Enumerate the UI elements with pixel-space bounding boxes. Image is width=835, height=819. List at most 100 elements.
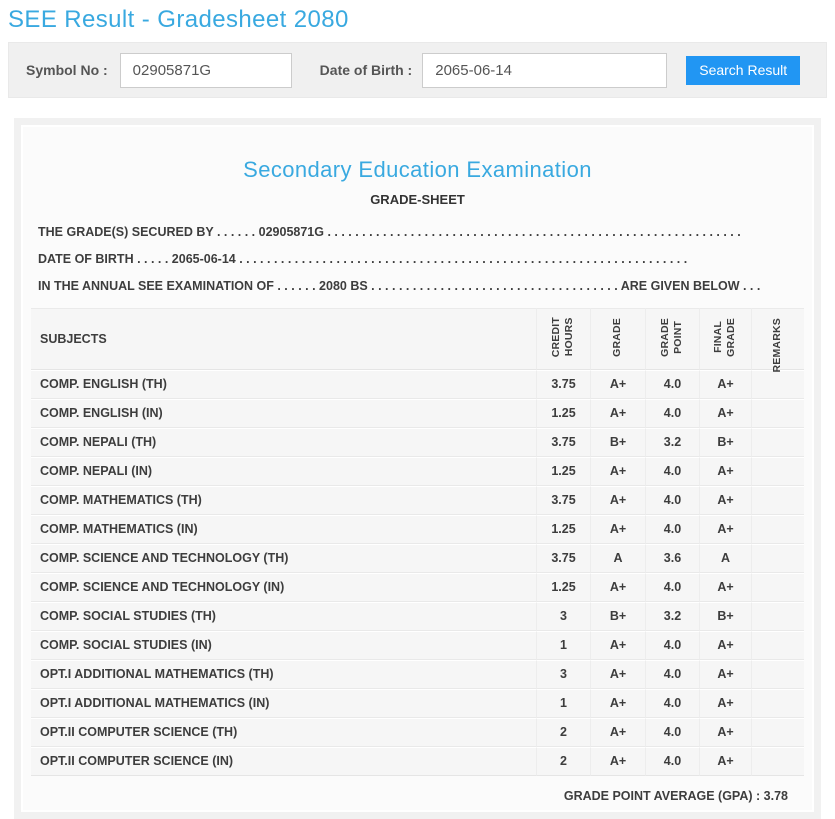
table-row: COMP. SCIENCE AND TECHNOLOGY (IN) 1.25 A… — [31, 573, 804, 602]
remarks-cell — [751, 399, 804, 428]
dob-label: Date of Birth : — [320, 62, 413, 78]
grade-point-cell: 4.0 — [645, 660, 699, 689]
search-bar: Symbol No : Date of Birth : Search Resul… — [8, 42, 827, 98]
grades-table: SUBJECTS CREDIT HOURS GRADE GRADE POINT … — [31, 308, 804, 776]
final-grade-cell: A+ — [699, 486, 751, 515]
table-row: COMP. NEPALI (TH) 3.75 B+ 3.2 B+ — [31, 428, 804, 457]
final-grade-cell: B+ — [699, 428, 751, 457]
result-container: Secondary Education Examination GRADE-SH… — [14, 118, 821, 819]
grade-point-cell: 4.0 — [645, 573, 699, 602]
final-grade-cell: A+ — [699, 660, 751, 689]
table-row: OPT.II COMPUTER SCIENCE (TH) 2 A+ 4.0 A+ — [31, 718, 804, 747]
subject-cell: OPT.I ADDITIONAL MATHEMATICS (IN) — [31, 689, 536, 718]
final-grade-cell: A — [699, 544, 751, 573]
final-grade-cell: A+ — [699, 457, 751, 486]
column-header-credit-hours: CREDIT HOURS — [550, 317, 576, 357]
grade-point-cell: 3.2 — [645, 602, 699, 631]
subject-cell: COMP. ENGLISH (IN) — [31, 399, 536, 428]
subject-cell: COMP. NEPALI (IN) — [31, 457, 536, 486]
credit-hours-cell: 1 — [536, 689, 590, 718]
grade-cell: A+ — [590, 486, 645, 515]
grade-cell: A — [590, 544, 645, 573]
remarks-cell — [751, 689, 804, 718]
column-header-grade-point: GRADE POINT — [659, 318, 685, 357]
grade-point-cell: 4.0 — [645, 631, 699, 660]
grade-point-cell: 4.0 — [645, 515, 699, 544]
subject-cell: COMP. MATHEMATICS (TH) — [31, 486, 536, 515]
grade-point-cell: 3.6 — [645, 544, 699, 573]
table-row: OPT.II COMPUTER SCIENCE (IN) 2 A+ 4.0 A+ — [31, 747, 804, 776]
credit-hours-cell: 1 — [536, 631, 590, 660]
search-result-button[interactable]: Search Result — [686, 56, 800, 85]
credit-hours-cell: 3 — [536, 660, 590, 689]
grade-cell: B+ — [590, 602, 645, 631]
info-line-dob: DATE OF BIRTH . . . . . 2065-06-14 . . .… — [38, 246, 797, 273]
column-header-subjects: SUBJECTS — [31, 308, 536, 370]
gradesheet-info: THE GRADE(S) SECURED BY . . . . . . 0290… — [38, 219, 797, 300]
credit-hours-cell: 2 — [536, 747, 590, 776]
grade-point-cell: 4.0 — [645, 718, 699, 747]
credit-hours-cell: 3.75 — [536, 486, 590, 515]
remarks-cell — [751, 660, 804, 689]
table-row: COMP. SOCIAL STUDIES (TH) 3 B+ 3.2 B+ — [31, 602, 804, 631]
page-title: SEE Result - Gradesheet 2080 — [8, 6, 835, 34]
remarks-cell — [751, 457, 804, 486]
remarks-cell — [751, 544, 804, 573]
gpa-summary: GRADE POINT AVERAGE (GPA) : 3.78 — [23, 789, 788, 803]
grade-cell: A+ — [590, 399, 645, 428]
subject-cell: COMP. SCIENCE AND TECHNOLOGY (IN) — [31, 573, 536, 602]
remarks-cell — [751, 747, 804, 776]
final-grade-cell: A+ — [699, 515, 751, 544]
final-grade-cell: A+ — [699, 399, 751, 428]
subject-cell: COMP. NEPALI (TH) — [31, 428, 536, 457]
grade-cell: A+ — [590, 631, 645, 660]
gpa-label: GRADE POINT AVERAGE (GPA) : — [564, 789, 760, 803]
subject-cell: COMP. ENGLISH (TH) — [31, 370, 536, 399]
credit-hours-cell: 3 — [536, 602, 590, 631]
credit-hours-cell: 1.25 — [536, 399, 590, 428]
dob-input[interactable] — [422, 53, 667, 88]
credit-hours-cell: 3.75 — [536, 428, 590, 457]
final-grade-cell: A+ — [699, 718, 751, 747]
final-grade-cell: B+ — [699, 602, 751, 631]
table-row: COMP. NEPALI (IN) 1.25 A+ 4.0 A+ — [31, 457, 804, 486]
final-grade-cell: A+ — [699, 370, 751, 399]
column-header-remarks: REMARKS — [771, 318, 784, 373]
symbol-no-input[interactable] — [120, 53, 292, 88]
subject-cell: COMP. SCIENCE AND TECHNOLOGY (TH) — [31, 544, 536, 573]
subject-cell: OPT.I ADDITIONAL MATHEMATICS (TH) — [31, 660, 536, 689]
remarks-cell — [751, 515, 804, 544]
credit-hours-cell: 1.25 — [536, 515, 590, 544]
table-row: COMP. ENGLISH (IN) 1.25 A+ 4.0 A+ — [31, 399, 804, 428]
final-grade-cell: A+ — [699, 689, 751, 718]
grade-cell: A+ — [590, 747, 645, 776]
grade-point-cell: 4.0 — [645, 486, 699, 515]
grade-cell: A+ — [590, 718, 645, 747]
credit-hours-cell: 2 — [536, 718, 590, 747]
final-grade-cell: A+ — [699, 631, 751, 660]
subject-cell: OPT.II COMPUTER SCIENCE (TH) — [31, 718, 536, 747]
table-header-row: SUBJECTS CREDIT HOURS GRADE GRADE POINT … — [31, 308, 804, 370]
grade-cell: A+ — [590, 573, 645, 602]
grade-cell: A+ — [590, 457, 645, 486]
grade-point-cell: 4.0 — [645, 399, 699, 428]
remarks-cell — [751, 428, 804, 457]
gradesheet-subheading: GRADE-SHEET — [23, 192, 812, 207]
column-header-grade: GRADE — [611, 318, 624, 357]
remarks-cell — [751, 631, 804, 660]
remarks-cell — [751, 573, 804, 602]
credit-hours-cell: 3.75 — [536, 544, 590, 573]
remarks-cell — [751, 486, 804, 515]
table-row: COMP. MATHEMATICS (TH) 3.75 A+ 4.0 A+ — [31, 486, 804, 515]
remarks-cell — [751, 718, 804, 747]
table-row: COMP. SCIENCE AND TECHNOLOGY (TH) 3.75 A… — [31, 544, 804, 573]
subject-cell: OPT.II COMPUTER SCIENCE (IN) — [31, 747, 536, 776]
table-row: COMP. SOCIAL STUDIES (IN) 1 A+ 4.0 A+ — [31, 631, 804, 660]
gpa-value: 3.78 — [764, 789, 788, 803]
grade-point-cell: 4.0 — [645, 370, 699, 399]
credit-hours-cell: 1.25 — [536, 457, 590, 486]
table-row: OPT.I ADDITIONAL MATHEMATICS (TH) 3 A+ 4… — [31, 660, 804, 689]
grade-cell: A+ — [590, 689, 645, 718]
credit-hours-cell: 3.75 — [536, 370, 590, 399]
grade-point-cell: 3.2 — [645, 428, 699, 457]
